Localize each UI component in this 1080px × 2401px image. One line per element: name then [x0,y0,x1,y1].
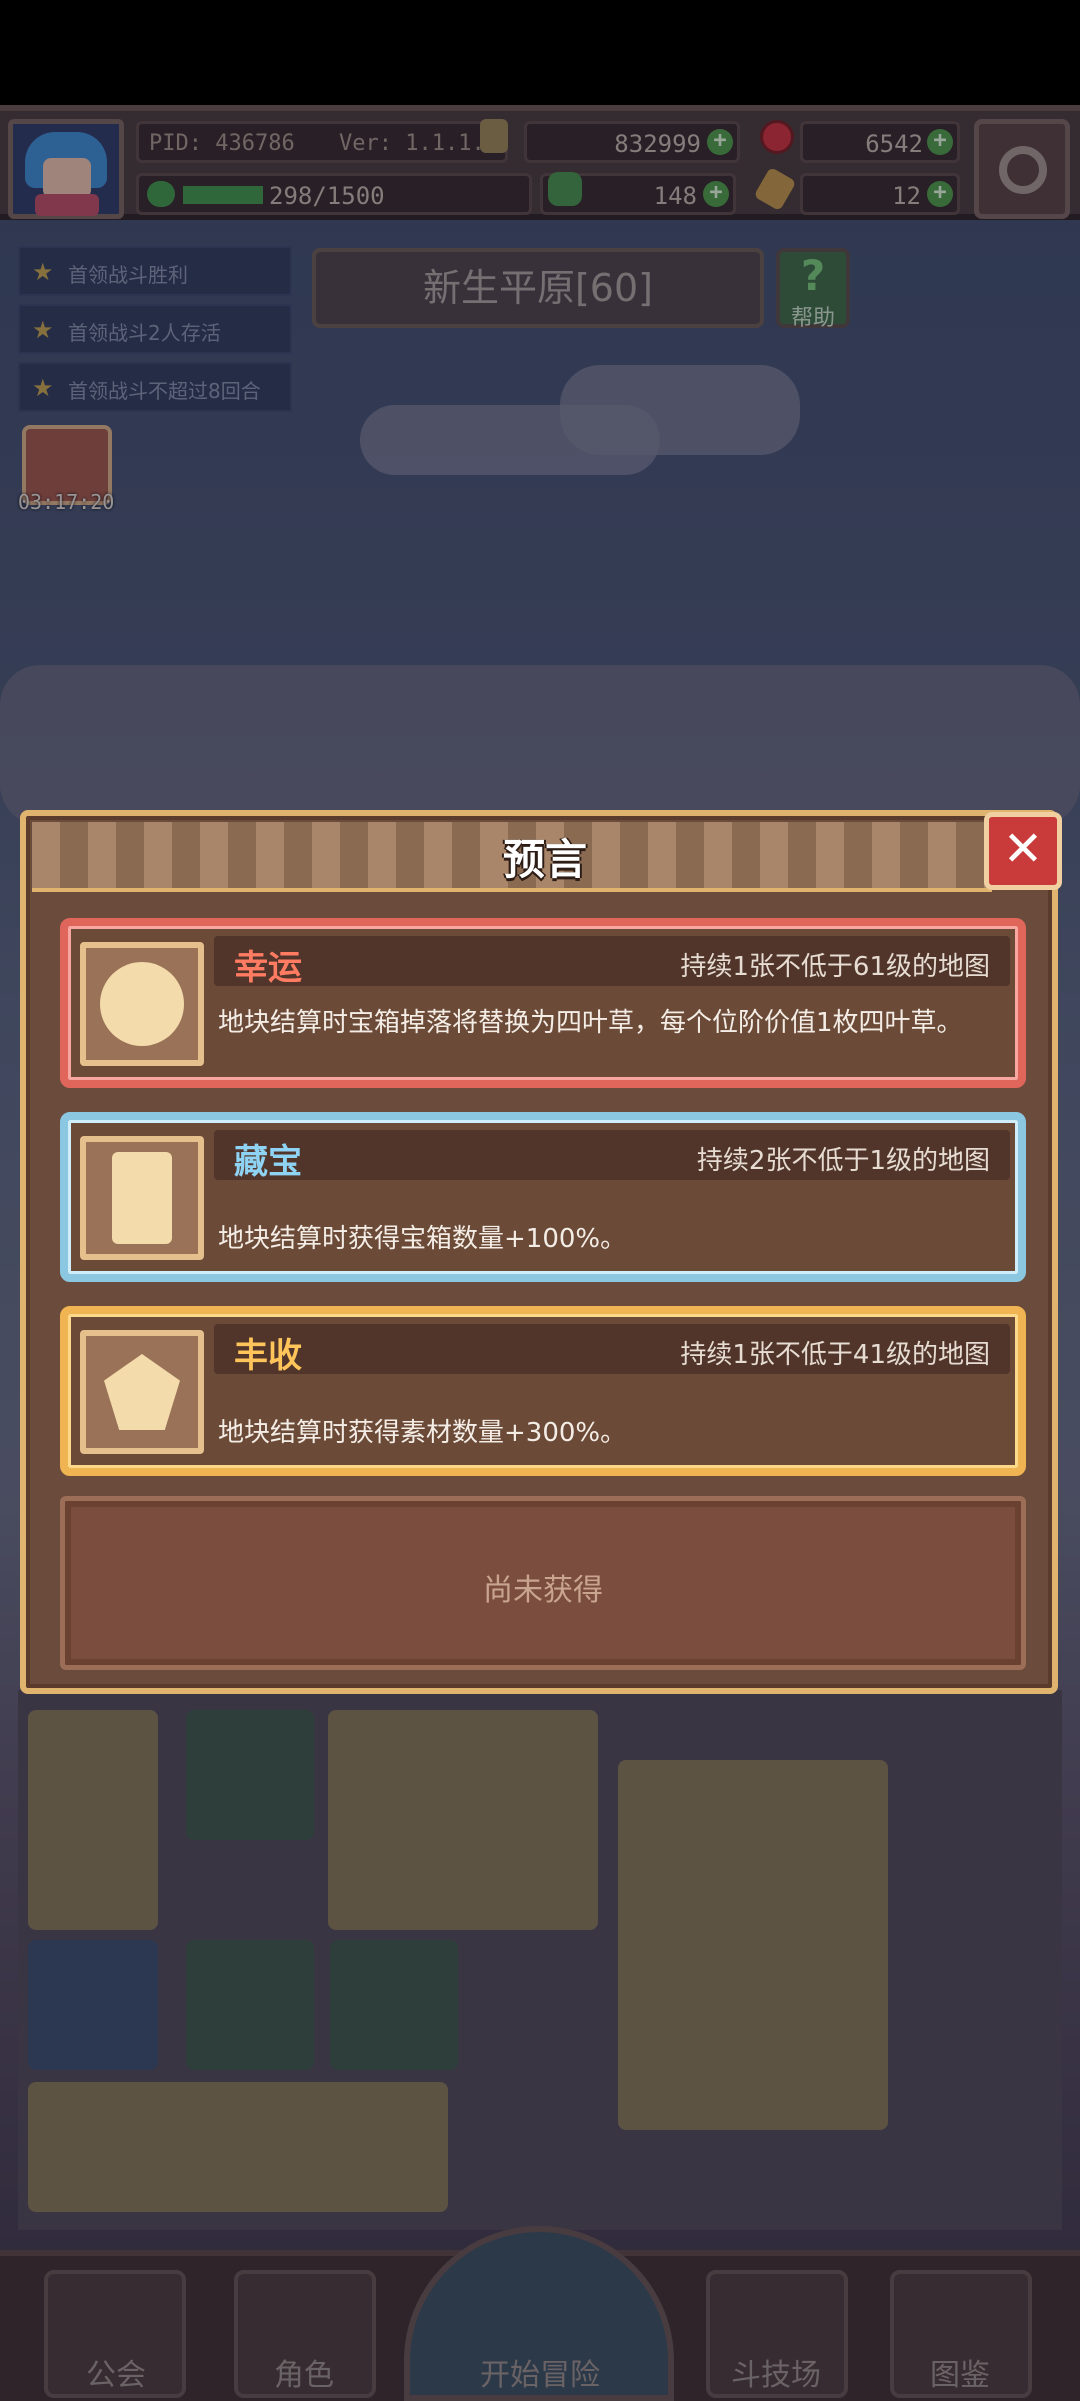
empty-slot-label: 尚未获得 [483,1573,603,1608]
scroll-icon [80,1136,204,1260]
card-name: 幸运 [234,948,302,988]
close-button[interactable]: ✕ [984,812,1062,890]
empty-prophecy-slot: 尚未获得 [60,1496,1026,1670]
harvest-icon [80,1330,204,1454]
card-header: 丰收 持续1张不低于41级的地图 [214,1324,1010,1376]
card-duration: 持续1张不低于61级的地图 [680,952,990,982]
prophecy-dialog: 预言 ✕ 幸运 持续1张不低于61级的地图 地块结算时宝箱掉落将替换为四叶草，每… [20,810,1062,1694]
prophecy-card-luck[interactable]: 幸运 持续1张不低于61级的地图 地块结算时宝箱掉落将替换为四叶草，每个位阶价值… [60,918,1026,1088]
card-header: 幸运 持续1张不低于61级的地图 [214,936,1010,988]
clover-icon [80,942,204,1066]
card-description: 地块结算时获得素材数量+300%。 [218,1418,627,1448]
card-name: 丰收 [234,1336,302,1376]
card-duration: 持续2张不低于1级的地图 [696,1146,990,1176]
card-name: 藏宝 [234,1142,302,1182]
prophecy-card-treasure[interactable]: 藏宝 持续2张不低于1级的地图 地块结算时获得宝箱数量+100%。 [60,1112,1026,1282]
card-description: 地块结算时获得宝箱数量+100%。 [218,1224,627,1254]
prophecy-card-harvest[interactable]: 丰收 持续1张不低于41级的地图 地块结算时获得素材数量+300%。 [60,1306,1026,1476]
card-header: 藏宝 持续2张不低于1级的地图 [214,1130,1010,1182]
dialog-title: 预言 [502,835,587,884]
card-duration: 持续1张不低于41级的地图 [680,1340,990,1370]
card-description: 地块结算时宝箱掉落将替换为四叶草，每个位阶价值1枚四叶草。 [218,1008,963,1038]
status-bar [0,0,1080,105]
